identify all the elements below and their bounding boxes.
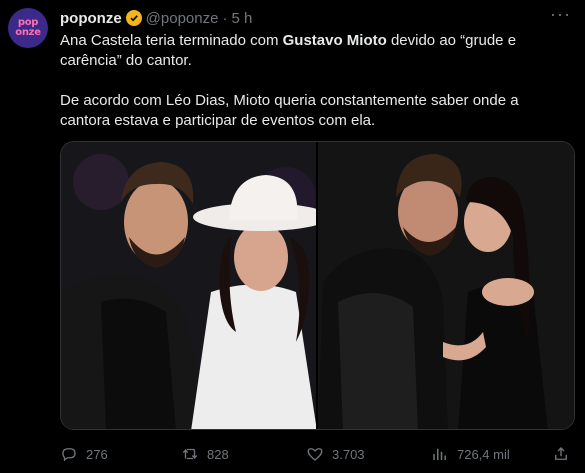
reply-count: 276 [86,446,108,462]
like-button[interactable]: 3.703 [306,445,431,463]
retweet-button[interactable]: 828 [181,445,306,463]
share-button[interactable] [552,445,570,463]
reply-icon [62,448,76,462]
author-handle[interactable]: @poponze [146,10,219,27]
more-options-icon[interactable]: ··· [550,4,571,25]
view-count: 726,4 mil [457,446,510,462]
heart-icon [307,448,323,461]
tweet-text-bold-name: Gustavo Mioto [282,32,387,49]
share-icon [555,447,567,460]
views-button[interactable]: 726,4 mil [431,445,552,463]
tweet-header: poponze @poponze · 5 h [60,8,252,28]
photo-left[interactable] [61,142,316,429]
avatar[interactable]: pop onze [8,8,48,48]
avatar-logo-bottom: onze [15,27,41,38]
views-icon [433,448,446,460]
separator-dot: · [222,9,228,27]
author-name[interactable]: poponze [60,10,122,27]
tweet-actions: 276 828 3.703 726,4 mil [60,444,575,464]
retweet-count: 828 [207,446,229,462]
photo-right[interactable] [318,142,574,429]
retweet-icon [182,448,198,460]
like-count: 3.703 [332,446,365,462]
tweet-media[interactable] [60,141,575,430]
tweet-text-part1: Ana Castela teria terminado com [60,32,283,49]
verified-badge-icon [125,10,142,26]
tweet-text: Ana Castela teria terminado com Gustavo … [60,31,565,131]
tweet-paragraph-1: Ana Castela teria terminado com Gustavo … [60,31,565,71]
reply-button[interactable]: 276 [60,445,181,463]
tweet-time[interactable]: 5 h [231,10,252,27]
tweet-paragraph-2: De acordo com Léo Dias, Mioto queria con… [60,92,519,129]
